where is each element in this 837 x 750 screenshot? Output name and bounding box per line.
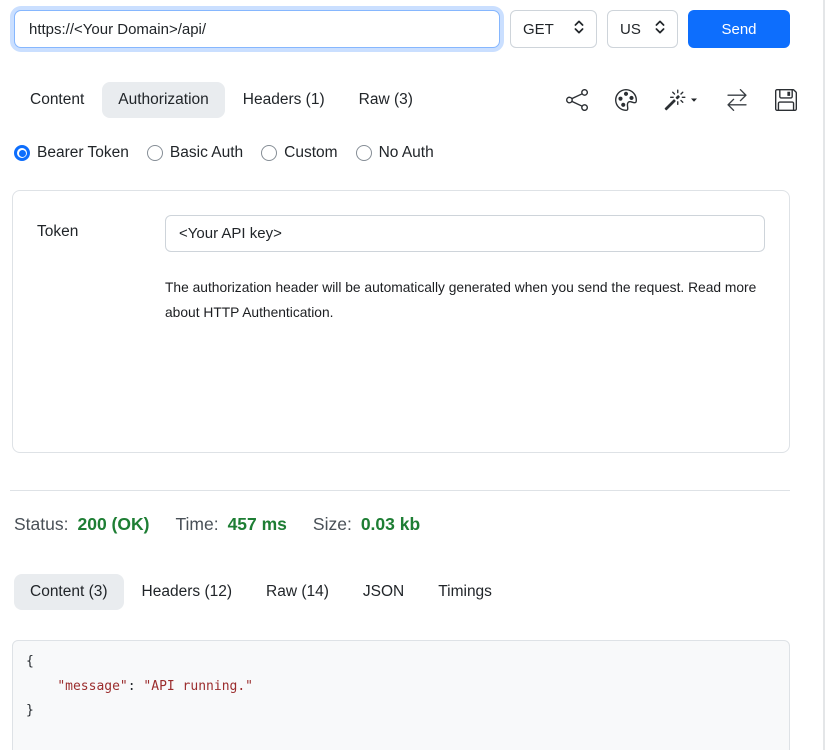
size-label: Size: xyxy=(313,514,352,535)
url-input[interactable] xyxy=(14,10,500,48)
radio-label: Custom xyxy=(284,144,337,162)
code-line: { xyxy=(26,650,776,675)
status-time: Time: 457 ms xyxy=(175,514,286,535)
method-select[interactable]: GET xyxy=(510,10,597,48)
response-status-row: Status: 200 (OK) Time: 457 ms Size: 0.03… xyxy=(14,514,837,535)
auth-type-options: Bearer Token Basic Auth Custom No Auth xyxy=(14,144,823,162)
theme-button[interactable] xyxy=(615,89,637,111)
save-button[interactable] xyxy=(775,89,797,111)
request-response-divider xyxy=(10,490,790,491)
tab-content[interactable]: Content xyxy=(14,82,100,118)
token-label: Token xyxy=(37,215,165,325)
right-edge-divider xyxy=(823,0,825,750)
toolbar-icons xyxy=(566,89,797,111)
radio-selected-icon xyxy=(14,145,30,161)
radio-no-auth[interactable]: No Auth xyxy=(356,144,434,162)
radio-label: No Auth xyxy=(379,144,434,162)
api-tester-page: GET US Send Content Authorization Header… xyxy=(0,0,837,750)
request-bar: GET US Send xyxy=(0,0,837,48)
tab-response-content[interactable]: Content (3) xyxy=(14,574,124,610)
tab-response-json[interactable]: JSON xyxy=(347,574,420,610)
share-nodes-icon xyxy=(566,89,588,111)
tab-response-timings[interactable]: Timings xyxy=(422,574,508,610)
share-button[interactable] xyxy=(566,89,588,111)
json-string-value: "API running." xyxy=(143,679,253,694)
radio-bearer-token[interactable]: Bearer Token xyxy=(14,144,129,162)
radio-basic-auth[interactable]: Basic Auth xyxy=(147,144,243,162)
caret-down-icon xyxy=(689,95,699,105)
region-select-value: US xyxy=(620,21,641,38)
radio-custom[interactable]: Custom xyxy=(261,144,337,162)
json-key: "message" xyxy=(57,679,127,694)
radio-label: Basic Auth xyxy=(170,144,243,162)
token-input[interactable] xyxy=(165,215,765,252)
tab-raw[interactable]: Raw (3) xyxy=(343,82,429,118)
swap-requests-button[interactable] xyxy=(726,89,748,111)
status-label: Status: xyxy=(14,514,68,535)
radio-unselected-icon xyxy=(261,145,277,161)
time-value: 457 ms xyxy=(228,514,287,535)
token-help-text: The authorization header will be automat… xyxy=(165,275,761,325)
tab-headers[interactable]: Headers (1) xyxy=(227,82,341,118)
size-value: 0.03 kb xyxy=(361,514,420,535)
method-select-value: GET xyxy=(523,21,554,38)
tab-authorization[interactable]: Authorization xyxy=(102,82,224,118)
swap-arrows-icon xyxy=(726,89,748,111)
color-palette-icon xyxy=(615,89,637,111)
magic-menu-button[interactable] xyxy=(664,89,699,111)
request-tabs: Content Authorization Headers (1) Raw (3… xyxy=(14,82,429,118)
tab-response-headers[interactable]: Headers (12) xyxy=(126,574,248,610)
request-tabs-row: Content Authorization Headers (1) Raw (3… xyxy=(14,82,797,118)
radio-unselected-icon xyxy=(356,145,372,161)
updown-arrows-icon xyxy=(655,19,665,39)
updown-arrows-icon xyxy=(574,19,584,39)
status-code: Status: 200 (OK) xyxy=(14,514,149,535)
response-body-viewer: { "message": "API running." } xyxy=(12,640,790,750)
tab-response-raw[interactable]: Raw (14) xyxy=(250,574,345,610)
bearer-token-panel: Token The authorization header will be a… xyxy=(12,190,790,453)
time-label: Time: xyxy=(175,514,218,535)
code-line: "message": "API running." xyxy=(26,675,776,700)
status-size: Size: 0.03 kb xyxy=(313,514,420,535)
send-button[interactable]: Send xyxy=(688,10,790,48)
radio-label: Bearer Token xyxy=(37,144,129,162)
response-tabs: Content (3) Headers (12) Raw (14) JSON T… xyxy=(14,574,797,610)
magic-wand-icon xyxy=(664,89,686,111)
status-value: 200 (OK) xyxy=(77,514,149,535)
radio-unselected-icon xyxy=(147,145,163,161)
token-form-row: Token The authorization header will be a… xyxy=(37,215,765,325)
region-select[interactable]: US xyxy=(607,10,678,48)
code-line: } xyxy=(26,699,776,724)
save-floppy-icon xyxy=(775,89,797,111)
